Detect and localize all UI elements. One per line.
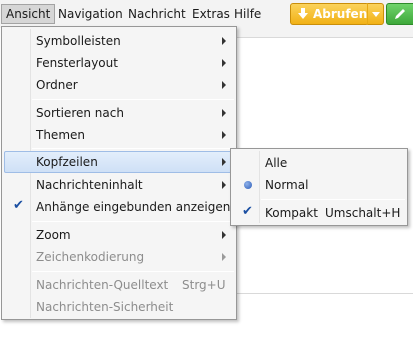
menu-separator: [32, 271, 234, 272]
divider: [236, 293, 413, 294]
menu-item-label: Nachrichten-Quelltext: [36, 278, 169, 292]
chevron-right-icon: [222, 37, 226, 45]
menu-item-label: Nachrichteninhalt: [36, 178, 143, 192]
check-icon: ✔: [13, 198, 24, 213]
menu-item-label: Themen: [36, 128, 85, 142]
menu-item-themen[interactable]: Themen: [4, 124, 234, 146]
menu-item-zoom[interactable]: Zoom: [4, 224, 234, 246]
menu-extras[interactable]: Extras: [188, 4, 234, 24]
write-button[interactable]: [386, 3, 413, 25]
submenu-item-kompakt[interactable]: ✔ Kompakt Umschalt+H: [233, 202, 405, 224]
menu-bar: Ansicht Navigation Nachricht Extras Hilf…: [0, 0, 413, 28]
menu-item-label: Anhänge eingebunden anzeigen: [36, 200, 231, 214]
headers-submenu: Alle Normal ✔ Kompakt Umschalt+H: [230, 148, 408, 226]
menu-hilfe[interactable]: Hilfe: [230, 4, 265, 24]
chevron-down-icon: [372, 12, 380, 17]
menu-item-label: Nachrichten-Sicherheit: [36, 300, 174, 314]
menu-item-label: Kopfzeilen: [36, 155, 98, 169]
menu-item-label: Ordner: [36, 78, 78, 92]
chevron-right-icon: [222, 158, 226, 166]
submenu-item-alle[interactable]: Alle: [233, 152, 405, 174]
view-menu: Symbolleisten Fensterlayout Ordner Sorti…: [1, 26, 237, 320]
menu-item-nachrichteninhalt[interactable]: Nachrichteninhalt: [4, 174, 234, 196]
menu-navigation[interactable]: Navigation: [54, 4, 127, 24]
menu-item-nachrichten-quelltext[interactable]: Nachrichten-Quelltext Strg+U: [4, 274, 234, 296]
menu-item-label: Sortieren nach: [36, 106, 124, 120]
chevron-right-icon: [222, 181, 226, 189]
chevron-right-icon: [222, 81, 226, 89]
check-icon: ✔: [242, 204, 253, 219]
chevron-right-icon: [222, 131, 226, 139]
submenu-item-label: Normal: [265, 178, 309, 192]
get-mail-button[interactable]: Abrufen: [290, 3, 369, 25]
menu-item-symbolleisten[interactable]: Symbolleisten: [4, 30, 234, 52]
get-mail-dropdown-button[interactable]: [367, 3, 384, 25]
submenu-item-label: Alle: [265, 156, 288, 170]
menu-nachricht[interactable]: Nachricht: [124, 4, 190, 24]
menu-item-shortcut: Strg+U: [182, 278, 226, 292]
menu-separator: [32, 99, 234, 100]
chevron-right-icon: [222, 231, 226, 239]
chevron-right-icon: [222, 59, 226, 67]
submenu-item-shortcut: Umschalt+H: [325, 206, 401, 220]
menu-separator: [32, 148, 234, 149]
menu-item-kopfzeilen[interactable]: Kopfzeilen: [4, 151, 234, 173]
menu-item-fensterlayout[interactable]: Fensterlayout: [4, 52, 234, 74]
toolbar-strip: [236, 28, 413, 38]
radio-selected-icon: [244, 181, 252, 189]
download-arrow-icon: [298, 8, 308, 19]
submenu-item-label: Kompakt: [265, 206, 318, 220]
menu-ansicht[interactable]: Ansicht: [1, 4, 56, 24]
menu-item-label: Fensterlayout: [36, 56, 118, 70]
menu-separator: [32, 221, 234, 222]
menu-item-label: Symbolleisten: [36, 34, 121, 48]
submenu-item-normal[interactable]: Normal: [233, 174, 405, 196]
menu-item-zeichenkodierung[interactable]: Zeichenkodierung: [4, 246, 234, 268]
menu-item-anhaenge-eingebunden[interactable]: ✔ Anhänge eingebunden anzeigen: [4, 196, 234, 218]
menu-item-label: Zoom: [36, 228, 71, 242]
pencil-icon: [395, 9, 405, 19]
menu-item-nachrichten-sicherheit[interactable]: Nachrichten-Sicherheit: [4, 296, 234, 318]
menu-item-label: Zeichenkodierung: [36, 250, 145, 264]
menu-item-ordner[interactable]: Ordner: [4, 74, 234, 96]
chevron-right-icon: [222, 109, 226, 117]
chevron-right-icon: [222, 253, 226, 261]
menu-separator: [261, 199, 405, 200]
app-window: Ansicht Navigation Nachricht Extras Hilf…: [0, 0, 413, 357]
get-mail-label: Abrufen: [313, 7, 368, 21]
menu-item-sortieren-nach[interactable]: Sortieren nach: [4, 102, 234, 124]
